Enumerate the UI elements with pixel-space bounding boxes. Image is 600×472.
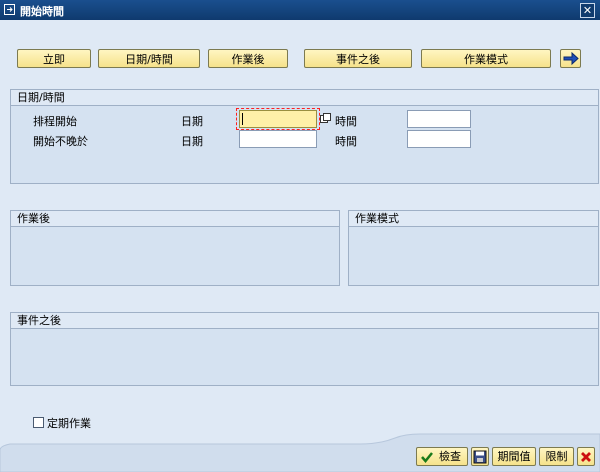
window-title: 開始時間 bbox=[20, 5, 64, 18]
cancel-button[interactable] bbox=[577, 447, 595, 466]
cancel-icon bbox=[581, 452, 591, 462]
after-event-group-title: 事件之後 bbox=[11, 313, 598, 329]
no-start-after-label: 開始不晚於 bbox=[33, 135, 88, 148]
calendar-icon[interactable] bbox=[320, 113, 331, 124]
operation-mode-group-title: 作業模式 bbox=[349, 211, 598, 227]
window-icon bbox=[4, 4, 15, 15]
immediate-button[interactable]: 立即 bbox=[17, 49, 91, 68]
check-button[interactable]: 檢查 bbox=[416, 447, 468, 466]
next-button[interactable] bbox=[560, 49, 581, 68]
close-icon[interactable]: ✕ bbox=[580, 3, 595, 18]
checkmark-icon bbox=[421, 452, 433, 463]
after-job-button[interactable]: 作業後 bbox=[208, 49, 288, 68]
period-values-button[interactable]: 期間值 bbox=[492, 447, 536, 466]
scheduled-start-label: 排程開始 bbox=[33, 115, 77, 128]
late-time-label: 時間 bbox=[335, 135, 357, 148]
late-date-field[interactable] bbox=[239, 130, 317, 148]
start-date-label: 日期 bbox=[181, 115, 203, 128]
periodic-job-checkbox[interactable] bbox=[33, 417, 44, 428]
late-time-field[interactable] bbox=[407, 130, 471, 148]
after-event-button[interactable]: 事件之後 bbox=[304, 49, 412, 68]
after-job-group-title: 作業後 bbox=[11, 211, 339, 227]
save-button[interactable] bbox=[471, 447, 489, 466]
save-icon bbox=[473, 450, 487, 464]
datetime-group-title: 日期/時間 bbox=[11, 90, 598, 106]
start-time-field[interactable] bbox=[407, 110, 471, 128]
arrow-right-icon bbox=[563, 51, 579, 66]
date-time-button[interactable]: 日期/時間 bbox=[98, 49, 200, 68]
operation-mode-button[interactable]: 作業模式 bbox=[421, 49, 551, 68]
text-cursor bbox=[242, 113, 243, 125]
start-time-label: 時間 bbox=[335, 115, 357, 128]
restrict-button[interactable]: 限制 bbox=[539, 447, 574, 466]
title-bar: 開始時間 ✕ bbox=[0, 0, 600, 20]
start-date-field[interactable] bbox=[239, 110, 317, 128]
late-date-label: 日期 bbox=[181, 135, 203, 148]
periodic-job-label: 定期作業 bbox=[47, 417, 91, 430]
check-button-label: 檢查 bbox=[439, 450, 461, 463]
after-event-group: 事件之後 bbox=[10, 312, 599, 386]
after-job-group: 作業後 bbox=[10, 210, 340, 286]
operation-mode-group: 作業模式 bbox=[348, 210, 599, 286]
